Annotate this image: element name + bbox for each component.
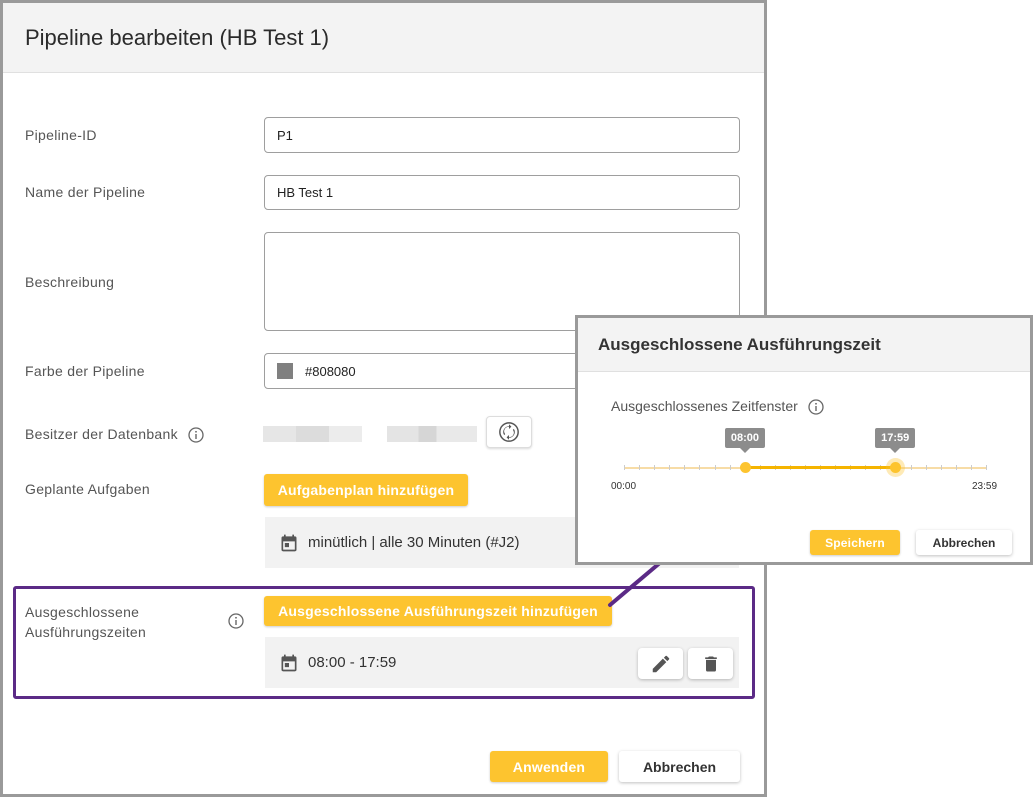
db-owner-label-group: Besitzer der Datenbank [25,426,204,443]
dialog-header: Pipeline bearbeiten (HB Test 1) [3,3,764,73]
excluded-times-label: Ausgeschlossene Ausführungszeiten [25,602,146,642]
slider-start-thumb[interactable] [739,462,751,473]
slider-tick [925,465,927,470]
slider-selected-range [744,466,896,469]
slider-tick [639,465,641,470]
slider-tick [714,465,716,470]
popup-subtitle-group: Ausgeschlossenes Zeitfenster [611,398,824,415]
popup-cancel-button[interactable]: Abbrechen [916,530,1012,555]
slider-start-tooltip: 08:00 [724,428,766,453]
popup-title: Ausgeschlossene Ausführungszeit [598,334,881,354]
excluded-time-entry-text: 08:00 - 17:59 [308,654,397,671]
color-label: Farbe der Pipeline [25,363,145,379]
slider-tick [684,465,686,470]
excluded-times-label-line1: Ausgeschlossene [25,604,140,620]
info-icon[interactable] [188,427,204,443]
pipeline-id-value: P1 [277,127,293,143]
add-excluded-time-button[interactable]: Ausgeschlossene Ausführungszeit hinzufüg… [264,596,612,626]
slider-tick [669,465,671,470]
slider-tick [940,465,942,470]
pencil-icon [652,655,669,672]
apply-button[interactable]: Anwenden [490,751,608,782]
info-icon[interactable] [228,613,244,629]
time-range-slider[interactable]: 08:00 17:59 [624,428,987,477]
slider-tick [986,465,987,470]
scheduled-tasks-label: Geplante Aufgaben [25,481,150,497]
slider-tick [910,465,912,470]
db-owner-label: Besitzer der Datenbank [25,426,178,442]
trash-icon [704,656,717,671]
sync-icon [499,422,519,442]
slider-tick [970,465,972,470]
color-value: #808080 [305,363,356,379]
pipeline-id-label: Pipeline-ID [25,127,97,143]
popup-subtitle: Ausgeschlossenes Zeitfenster [611,398,798,414]
excluded-time-popup: Ausgeschlossene Ausführungszeit Ausgesch… [575,315,1033,565]
slider-tick [699,465,701,470]
slider-tick [955,465,957,470]
dialog-title: Pipeline bearbeiten (HB Test 1) [25,24,330,50]
calendar-icon [279,653,299,673]
info-icon[interactable] [808,399,824,415]
pipeline-name-label: Name der Pipeline [25,184,146,200]
slider-end-thumb[interactable] [886,458,906,477]
db-owner-redacted-2 [387,426,477,442]
slider-end-tooltip: 17:59 [875,428,916,453]
db-owner-redacted [263,426,373,442]
slider-tick [729,465,731,470]
edit-button[interactable] [638,648,683,679]
slider-max-label: 23:59 [972,481,998,492]
add-schedule-button[interactable]: Aufgabenplan hinzufügen [264,474,468,506]
slider-tick [654,465,656,470]
schedule-entry-text: minütlich | alle 30 Minuten (#J2) [308,534,520,551]
slider-tick [624,465,625,470]
popup-header: Ausgeschlossene Ausführungszeit [578,318,1030,372]
pipeline-name-input[interactable]: HB Test 1 [264,175,740,210]
delete-button[interactable] [688,648,733,679]
description-label: Beschreibung [25,274,115,290]
color-swatch [277,363,293,379]
save-button[interactable]: Speichern [810,530,900,555]
pipeline-name-value: HB Test 1 [277,185,334,200]
excluded-times-label-line2: Ausführungszeiten [25,624,147,640]
calendar-icon [279,533,299,553]
cancel-button[interactable]: Abbrechen [619,751,740,782]
pipeline-id-input[interactable]: P1 [264,117,740,153]
slider-min-label: 00:00 [611,481,637,492]
sync-button[interactable] [486,416,532,448]
